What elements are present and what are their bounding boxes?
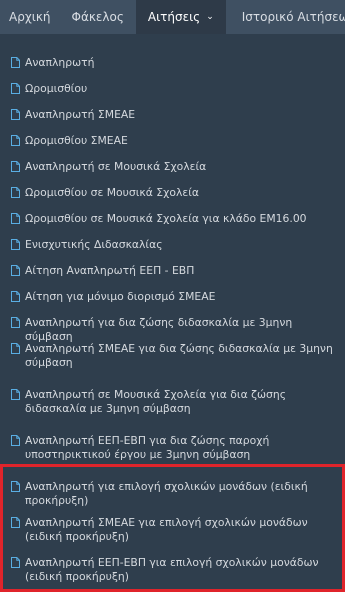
document-icon (11, 435, 20, 446)
menu-item-label: Αναπληρωτή για δια ζώσης διδασκαλία με 3… (25, 316, 293, 343)
document-icon (11, 481, 20, 492)
menu-item[interactable]: Αναπληρωτή σε Μουσικά Σχολεία για δια ζώ… (0, 388, 345, 416)
menu-item-label: Αναπληρωτή ΕΕΠ-ΕΒΠ για επιλογή σχολικών … (25, 556, 319, 583)
document-icon (11, 343, 20, 354)
menu-item-label: Ωρομισθίου ΣΜΕΑΕ (25, 134, 128, 147)
menu-item-label: Αναπληρωτή για επιλογή σχολικών μονάδων … (25, 480, 308, 507)
menu-item-label: Ενισχυτικής Διδασκαλίας (25, 238, 163, 251)
menu-item[interactable]: Ωρομισθίου σε Μουσικά Σχολεία για κλάδο … (0, 212, 345, 226)
menu-item[interactable]: Αναπληρωτή ΣΜΕΑΕ (0, 108, 345, 122)
menu-item[interactable]: Αναπληρωτή σε Μουσικά Σχολεία (0, 160, 345, 174)
chevron-down-icon: ⌄ (206, 12, 214, 22)
menu-item[interactable]: Ωρομισθίου σε Μουσικά Σχολεία (0, 186, 345, 200)
menu-item-label: Ωρομισθίου (25, 82, 88, 95)
menu-item-label: Αίτηση Αναπληρωτή ΕΕΠ - ΕΒΠ (25, 264, 195, 277)
menu-item-label: Αναπληρωτή (25, 56, 95, 69)
menu-item[interactable]: Αναπληρωτή για επιλογή σχολικών μονάδων … (0, 480, 345, 508)
nav-applications-label: Αιτήσεις (147, 10, 201, 24)
menu-item[interactable]: Αναπληρωτή για δια ζώσης διδασκαλία με 3… (0, 316, 345, 344)
menu-item[interactable]: Ενισχυτικής Διδασκαλίας (0, 238, 345, 252)
menu-item-label: Αναπληρωτή ΣΜΕΑΕ (25, 108, 136, 121)
document-icon (11, 239, 20, 250)
menu-item-label: Ωρομισθίου σε Μουσικά Σχολεία για κλάδο … (25, 212, 307, 225)
document-icon (11, 57, 20, 68)
menu-item-label: Αναπληρωτή σε Μουσικά Σχολεία (25, 160, 207, 173)
document-icon (11, 317, 20, 328)
document-icon (11, 517, 20, 528)
top-navigation: Αρχική Φάκελος Αιτήσεις ⌄ Ιστορικό Αιτήσ… (0, 0, 345, 34)
applications-dropdown-menu: Αναπληρωτή Ωρομισθίου Αναπληρωτή ΣΜΕΑΕ Ωρομ… (0, 36, 345, 592)
document-icon (11, 83, 20, 94)
menu-item[interactable]: Ωρομισθίου (0, 82, 345, 96)
menu-item[interactable]: Αναπληρωτή ΣΜΕΑΕ για επιλογή σχολικών μο… (0, 516, 345, 544)
menu-item[interactable]: Αναπληρωτή (0, 56, 345, 70)
document-icon (11, 291, 20, 302)
menu-item-label: Αίτηση για μόνιμο διορισμό ΣΜΕΑΕ (25, 290, 216, 303)
nav-home[interactable]: Αρχική (0, 0, 60, 34)
document-icon (11, 109, 20, 120)
document-icon (11, 557, 20, 568)
document-icon (11, 135, 20, 146)
menu-item-label: Ωρομισθίου σε Μουσικά Σχολεία (25, 186, 199, 199)
menu-item[interactable]: Αίτηση Αναπληρωτή ΕΕΠ - ΕΒΠ (0, 264, 345, 278)
document-icon (11, 161, 20, 172)
document-icon (11, 213, 20, 224)
nav-history[interactable]: Ιστορικό Αιτήσεων (226, 0, 345, 34)
menu-item[interactable]: Αναπληρωτή ΕΕΠ-ΕΒΠ για επιλογή σχολικών … (0, 556, 345, 584)
menu-item-label: Αναπληρωτή σε Μουσικά Σχολεία για δια ζώ… (25, 388, 287, 415)
menu-item[interactable]: Ωρομισθίου ΣΜΕΑΕ (0, 134, 345, 148)
menu-item-label: Αναπληρωτή ΣΜΕΑΕ για δια ζώσης διδασκαλί… (25, 342, 333, 369)
document-icon (11, 389, 20, 400)
nav-applications[interactable]: Αιτήσεις ⌄ (135, 0, 226, 34)
document-icon (11, 187, 20, 198)
menu-item[interactable]: Αναπληρωτή ΣΜΕΑΕ για δια ζώσης διδασκαλί… (0, 342, 345, 370)
menu-item[interactable]: Αίτηση για μόνιμο διορισμό ΣΜΕΑΕ (0, 290, 345, 304)
nav-folder[interactable]: Φάκελος (60, 0, 136, 34)
menu-item-label: Αναπληρωτή ΣΜΕΑΕ για επιλογή σχολικών μο… (25, 516, 308, 543)
menu-item[interactable]: Αναπληρωτή ΕΕΠ-ΕΒΠ για δια ζώσης παροχή … (0, 434, 345, 462)
menu-item-label: Αναπληρωτή ΕΕΠ-ΕΒΠ για δια ζώσης παροχή … (25, 434, 270, 461)
document-icon (11, 265, 20, 276)
